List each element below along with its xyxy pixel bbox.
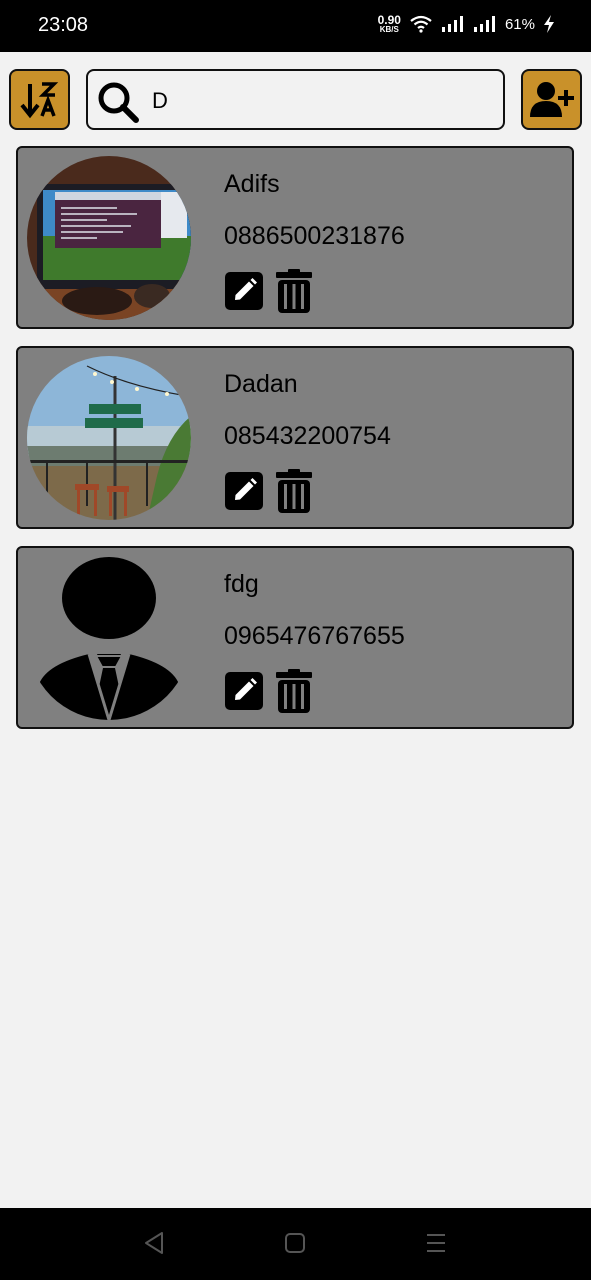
trash-icon[interactable] [276,269,312,313]
status-bar: 23:08 0.90 KB/S 61% [0,0,591,52]
battery-charging-icon [544,15,554,33]
trash-icon[interactable] [276,469,312,513]
signal-icon [441,16,463,32]
signal-icon [473,16,495,32]
menu-icon[interactable] [425,1230,447,1256]
edit-icon[interactable] [225,272,263,310]
battery-percent: 61% [504,15,535,33]
contact-card[interactable]: fdg 0965476767655 [16,546,574,729]
net-speed: 0.90 KB/S [378,14,401,34]
wifi-icon [410,15,432,33]
edit-icon[interactable] [225,672,263,710]
sort-z-a-icon [19,81,58,118]
status-time: 23:08 [38,14,89,36]
contact-phone: 085432200754 [224,422,391,450]
contact-name: Adifs [224,170,280,198]
home-icon[interactable] [284,1230,306,1256]
edit-icon[interactable] [225,472,263,510]
contact-card[interactable]: Adifs 0886500231876 [16,146,574,329]
back-icon[interactable] [143,1230,165,1256]
contact-card[interactable]: Dadan 085432200754 [16,346,574,529]
contact-name: fdg [224,570,259,598]
contact-name: Dadan [224,370,298,398]
trash-icon[interactable] [276,669,312,713]
add-contact-icon [529,81,574,117]
add-contact-button[interactable] [521,69,582,130]
search-box[interactable] [86,69,505,130]
net-speed-unit: KB/S [379,25,399,34]
contact-phone: 0886500231876 [224,222,405,250]
avatar [27,356,191,520]
search-icon [98,82,139,123]
contact-phone: 0965476767655 [224,622,405,650]
avatar [27,156,191,320]
contact-list: Adifs 0886500231876 Dadan 085432200754 f… [16,146,574,746]
sort-button[interactable] [9,69,70,130]
search-input[interactable] [152,81,492,121]
default-person-icon [27,556,191,720]
status-indicators: 0.90 KB/S 61% [378,14,555,34]
nav-bar [0,1208,591,1280]
